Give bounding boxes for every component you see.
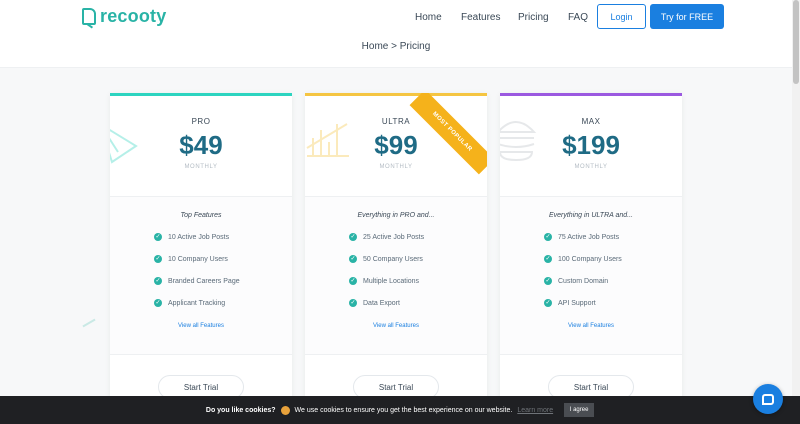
- cookie-question: Do you like cookies?: [205, 406, 276, 414]
- feature-label: 50 Company Users: [363, 255, 423, 263]
- pricing-card-pro: PRO $49 MONTHLY Top Features ✓ 10 Active …: [110, 93, 292, 403]
- feature-item: ✓ Branded Careers Page: [154, 277, 240, 285]
- card-header: MAX $199 MONTHLY: [500, 96, 682, 196]
- card-features: Everything in PRO and... ✓ 25 Active Job …: [305, 196, 487, 354]
- breadcrumb: Home > Pricing: [361, 41, 431, 52]
- feature-label: Custom Domain: [558, 277, 609, 285]
- plan-name: MAX: [581, 117, 601, 126]
- top-navbar: recooty Home Features Pricing FAQ Login …: [0, 0, 792, 36]
- feature-label: 25 Active Job Posts: [363, 233, 425, 241]
- check-circle-icon: ✓: [154, 233, 162, 241]
- plan-name: PRO: [191, 117, 211, 126]
- nav-home-link[interactable]: Home: [415, 12, 442, 23]
- check-circle-icon: ✓: [544, 299, 552, 307]
- try-free-button[interactable]: Try for FREE: [650, 4, 724, 29]
- feature-label: 10 Active Job Posts: [168, 233, 230, 241]
- pricing-card-ultra: ULTRA $99 MONTHLY MOST POPULAR Everythin…: [305, 93, 487, 403]
- feature-label: 10 Company Users: [168, 255, 228, 263]
- feature-item: ✓ Applicant Tracking: [154, 299, 225, 307]
- feature-item: ✓ API Support: [544, 299, 596, 307]
- chat-bubble-icon: [762, 393, 774, 405]
- feature-item: ✓ 50 Company Users: [349, 255, 423, 263]
- plan-price: $49: [179, 130, 223, 160]
- plan-price: $199: [562, 130, 620, 160]
- check-circle-icon: ✓: [544, 277, 552, 285]
- cookie-icon: [280, 405, 290, 415]
- page-scrollbar[interactable]: [792, 0, 800, 424]
- login-button[interactable]: Login: [597, 4, 646, 29]
- feature-item: ✓ 100 Company Users: [544, 255, 622, 263]
- plan-period: MONTHLY: [379, 164, 413, 170]
- chat-launcher-button[interactable]: [753, 384, 783, 414]
- plan-period: MONTHLY: [184, 164, 218, 170]
- decorative-line: [82, 318, 96, 328]
- nav-faq-link[interactable]: FAQ: [568, 12, 588, 23]
- feature-item: ✓ Multiple Locations: [349, 277, 419, 285]
- cookie-consent-bar: Do you like cookies? We use cookies to e…: [0, 396, 800, 424]
- check-circle-icon: ✓: [349, 255, 357, 263]
- feature-label: Branded Careers Page: [168, 277, 240, 285]
- check-circle-icon: ✓: [154, 255, 162, 263]
- features-title: Everything in ULTRA and...: [548, 212, 634, 219]
- feature-item: ✓ 10 Active Job Posts: [154, 233, 229, 241]
- logo-text: recooty: [100, 6, 167, 26]
- scrollbar-thumb[interactable]: [793, 0, 799, 84]
- card-features: Top Features ✓ 10 Active Job Posts ✓ 10 Co…: [110, 196, 292, 354]
- plan-period: MONTHLY: [574, 164, 608, 170]
- features-title: Everything in PRO and...: [357, 212, 435, 219]
- feature-label: Applicant Tracking: [168, 299, 226, 307]
- check-circle-icon: ✓: [349, 277, 357, 285]
- view-all-features-link[interactable]: View all Features: [110, 323, 292, 329]
- feature-label: Multiple Locations: [363, 277, 420, 285]
- nav-pricing-link[interactable]: Pricing: [518, 12, 549, 23]
- feature-label: API Support: [558, 299, 596, 307]
- view-all-features-link[interactable]: View all Features: [500, 323, 682, 329]
- check-circle-icon: ✓: [544, 233, 552, 241]
- card-header: PRO $49 MONTHLY: [110, 96, 292, 196]
- check-circle-icon: ✓: [349, 233, 357, 241]
- feature-label: Data Export: [363, 299, 400, 307]
- pricing-card-max: MAX $199 MONTHLY Everything in ULTRA and…: [500, 93, 682, 403]
- feature-label: 100 Company Users: [558, 255, 622, 263]
- logo[interactable]: recooty: [82, 6, 166, 27]
- feature-item: ✓ Custom Domain: [544, 277, 608, 285]
- learn-more-link[interactable]: Learn more: [517, 407, 553, 414]
- feature-item: ✓ 75 Active Job Posts: [544, 233, 619, 241]
- card-header: ULTRA $99 MONTHLY MOST POPULAR: [305, 93, 487, 196]
- feature-item: ✓ 10 Company Users: [154, 255, 228, 263]
- feature-label: 75 Active Job Posts: [558, 233, 620, 241]
- check-circle-icon: ✓: [154, 299, 162, 307]
- cookie-message: We use cookies to ensure you get the bes…: [294, 406, 513, 414]
- features-title: Top Features: [180, 212, 222, 219]
- check-circle-icon: ✓: [544, 255, 552, 263]
- feature-item: ✓ Data Export: [349, 299, 400, 307]
- check-circle-icon: ✓: [349, 299, 357, 307]
- card-features: Everything in ULTRA and... ✓ 75 Active Jo…: [500, 196, 682, 354]
- feature-item: ✓ 25 Active Job Posts: [349, 233, 424, 241]
- nav-features-link[interactable]: Features: [461, 12, 500, 23]
- agree-button[interactable]: I agree: [564, 403, 595, 417]
- check-circle-icon: ✓: [154, 277, 162, 285]
- breadcrumb-band: Home > Pricing: [0, 36, 792, 68]
- view-all-features-link[interactable]: View all Features: [305, 323, 487, 329]
- document-search-icon: [82, 8, 96, 25]
